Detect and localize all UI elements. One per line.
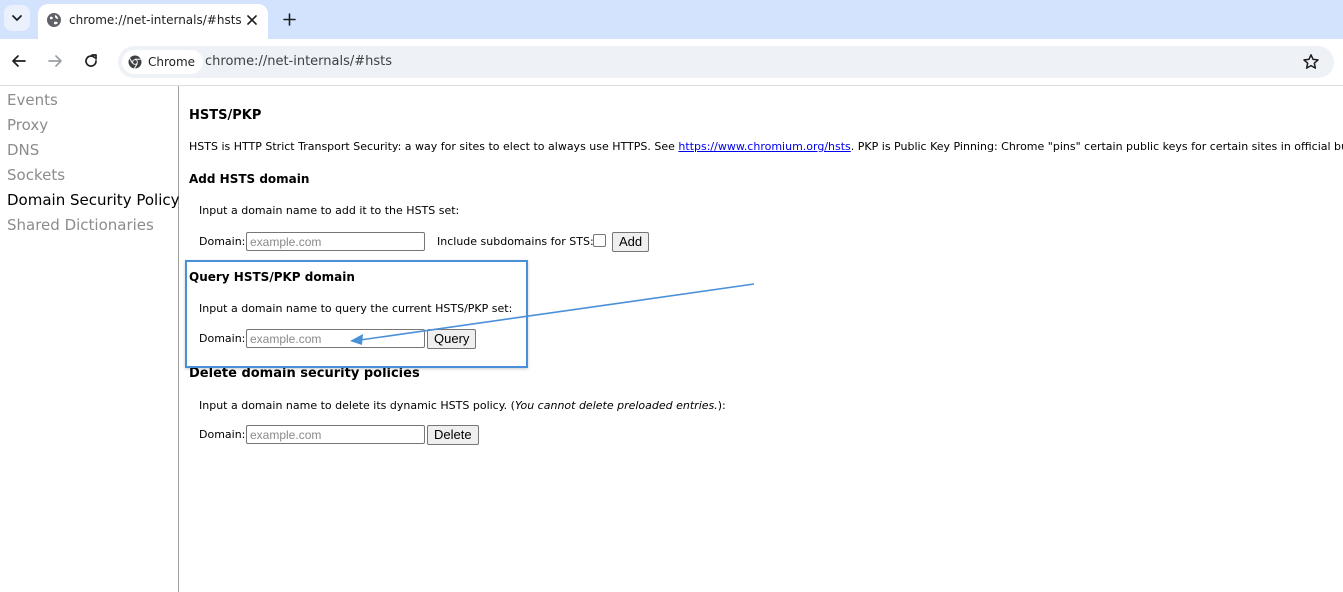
- add-domain-input[interactable]: [246, 232, 425, 251]
- sidebar: Events Proxy DNS Sockets Domain Security…: [0, 86, 180, 592]
- new-tab-button[interactable]: [280, 10, 298, 28]
- query-hsts-heading: Query HSTS/PKP domain: [189, 270, 355, 284]
- site-info-chip[interactable]: Chrome: [122, 50, 204, 74]
- preloaded-note: You cannot delete preloaded entries.: [514, 399, 718, 412]
- reload-icon: [85, 54, 97, 67]
- chip-label: Chrome: [148, 55, 196, 69]
- tab-title: chrome://net-internals/#hsts: [69, 13, 242, 27]
- back-arrow-icon: [12, 55, 26, 67]
- globe-icon: [47, 13, 61, 27]
- chrome-logo-icon: [128, 55, 142, 69]
- include-subdomains-checkbox[interactable]: [593, 234, 606, 247]
- forward-button[interactable]: [46, 52, 64, 70]
- sidebar-item-shared-dictionaries[interactable]: Shared Dictionaries: [7, 215, 154, 235]
- active-tab[interactable]: chrome://net-internals/#hsts: [38, 4, 268, 39]
- sidebar-item-domain-security-policy[interactable]: Domain Security Policy: [7, 190, 180, 210]
- query-domain-label: Domain:: [199, 332, 246, 345]
- star-icon[interactable]: [1302, 53, 1320, 71]
- add-domain-label: Domain:: [199, 235, 246, 248]
- plus-icon: [282, 12, 296, 26]
- tab-strip: chrome://net-internals/#hsts: [0, 0, 1343, 39]
- chevron-down-icon: [12, 15, 22, 21]
- query-domain-input[interactable]: [246, 329, 425, 348]
- query-instruction: Input a domain name to query the current…: [199, 302, 513, 315]
- add-hsts-heading: Add HSTS domain: [189, 172, 310, 186]
- description-text-end: . PKP is Public Key Pinning: Chrome "pin…: [850, 140, 1343, 153]
- sidebar-item-sockets[interactable]: Sockets: [7, 165, 65, 185]
- sidebar-item-proxy[interactable]: Proxy: [7, 115, 48, 135]
- page-title: HSTS/PKP: [189, 108, 262, 123]
- close-icon: [247, 15, 257, 25]
- delete-domain-label: Domain:: [199, 428, 246, 441]
- add-instruction: Input a domain name to add it to the HST…: [199, 204, 460, 217]
- tab-close-button[interactable]: [244, 12, 260, 28]
- toolbar: Chrome chrome://net-internals/#hsts: [0, 39, 1343, 86]
- back-button[interactable]: [10, 52, 28, 70]
- delete-domain-input[interactable]: [246, 425, 425, 444]
- sidebar-item-events[interactable]: Events: [7, 90, 58, 110]
- delete-button[interactable]: Delete: [427, 425, 479, 445]
- forward-arrow-icon: [48, 55, 62, 67]
- delete-instruction-text: Input a domain name to delete its dynami…: [199, 399, 515, 412]
- reload-button[interactable]: [82, 52, 100, 70]
- main-content: HSTS/PKP HSTS is HTTP Strict Transport S…: [189, 86, 1343, 592]
- delete-instruction: Input a domain name to delete its dynami…: [199, 399, 726, 412]
- delete-policies-heading: Delete domain security policies: [189, 366, 420, 381]
- sidebar-item-dns[interactable]: DNS: [7, 140, 39, 160]
- delete-instruction-end: ):: [717, 399, 726, 412]
- omnibox[interactable]: Chrome chrome://net-internals/#hsts: [118, 46, 1334, 78]
- url-text[interactable]: chrome://net-internals/#hsts: [205, 53, 392, 71]
- add-button[interactable]: Add: [612, 232, 650, 252]
- description-text: HSTS is HTTP Strict Transport Security: …: [189, 140, 679, 153]
- chromium-hsts-link[interactable]: https://www.chromium.org/hsts: [678, 140, 850, 153]
- query-button[interactable]: Query: [427, 329, 477, 349]
- subdomains-label: Include subdomains for STS:: [437, 235, 594, 248]
- hsts-description: HSTS is HTTP Strict Transport Security: …: [189, 140, 1343, 153]
- tab-search-button[interactable]: [4, 5, 30, 31]
